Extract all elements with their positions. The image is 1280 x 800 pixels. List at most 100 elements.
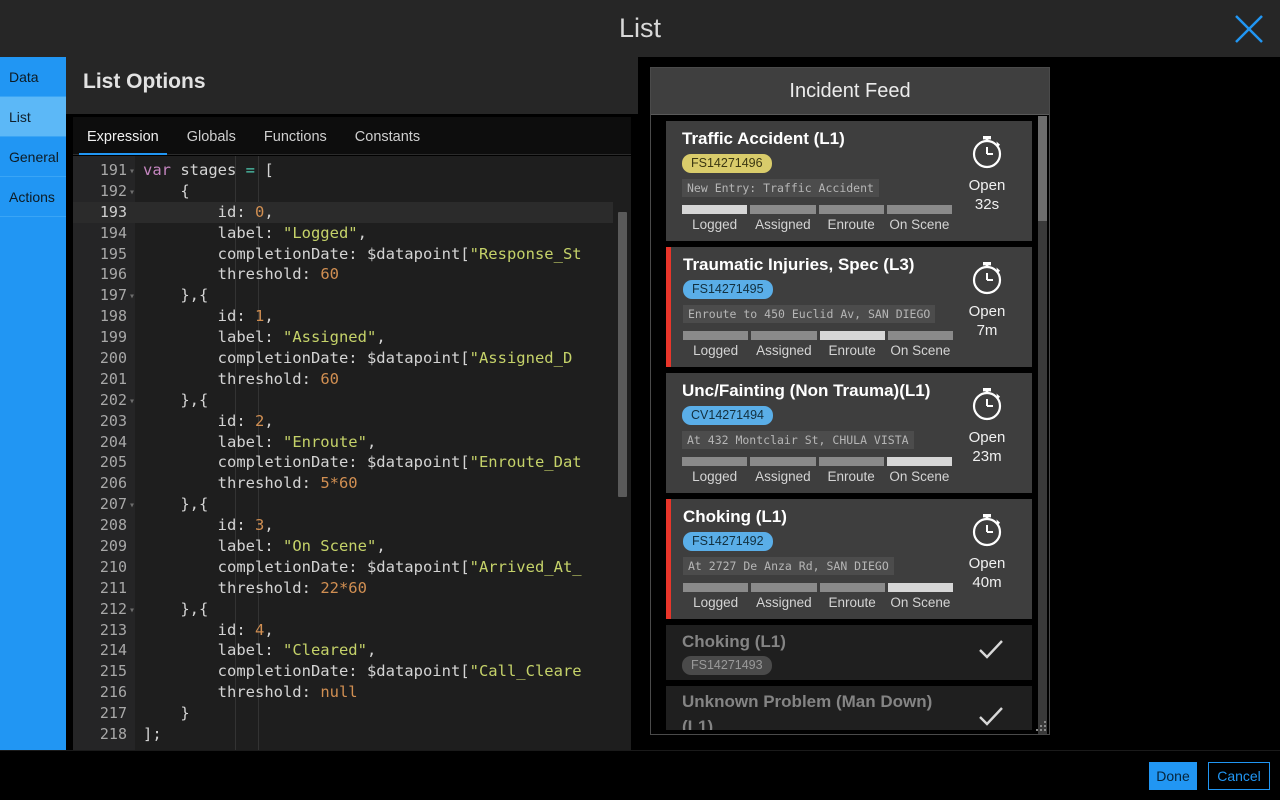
code-line[interactable]: 196 threshold: 60: [73, 264, 613, 285]
code-line[interactable]: 217 }: [73, 703, 613, 724]
code-line[interactable]: 212 ▾ },{: [73, 599, 613, 620]
incident-card[interactable]: Choking (L1) FS14271493: [666, 625, 1032, 680]
line-number: 215: [99, 662, 127, 681]
code-lines[interactable]: 191 ▾ var stages = [192 ▾ {193 id: 0, 194 la…: [73, 160, 613, 745]
incident-progress: Logged Assigned Enroute On Scene: [683, 331, 953, 358]
sidebar-item-data[interactable]: Data: [0, 57, 66, 97]
code-line[interactable]: 208 id: 3,: [73, 515, 613, 536]
progress-step: Assigned: [751, 331, 817, 358]
code-line[interactable]: 209 label: "On Scene",: [73, 536, 613, 557]
code-fold-icon[interactable]: ▾: [129, 601, 135, 622]
incident-card[interactable]: Traffic Accident (L1) FS14271496 New Entry…: [666, 121, 1032, 241]
editor-vertical-scrollbar[interactable]: [618, 158, 627, 799]
code-line[interactable]: 207 ▾ },{: [73, 494, 613, 515]
code-text: threshold: null: [143, 683, 358, 702]
code-line[interactable]: 202 ▾ },{: [73, 390, 613, 411]
code-line[interactable]: 195 completionDate: $datapoint["Response…: [73, 244, 613, 265]
line-number: 206: [99, 474, 127, 493]
code-line[interactable]: 199 label: "Assigned",: [73, 327, 613, 348]
incident-card[interactable]: Traumatic Injuries, Spec (L3) FS14271495 E…: [666, 247, 1032, 367]
code-fold-icon[interactable]: ▾: [129, 392, 135, 413]
tab-constants[interactable]: Constants: [341, 129, 434, 154]
progress-bar-segment: [683, 331, 749, 340]
code-line[interactable]: 210 completionDate: $datapoint["Arrived_…: [73, 557, 613, 578]
scrollbar-thumb[interactable]: [1038, 116, 1047, 221]
sidebar-item-list[interactable]: List: [0, 97, 66, 137]
incident-title: Traffic Accident (L1): [682, 129, 845, 148]
incident-card[interactable]: Unc/Fainting (Non Trauma)(L1) CV14271494 A…: [666, 373, 1032, 493]
code-line[interactable]: 216 threshold: null: [73, 682, 613, 703]
code-fold-icon[interactable]: ▾: [129, 162, 135, 183]
code-line[interactable]: 194 label: "Logged",: [73, 223, 613, 244]
tab-functions[interactable]: Functions: [250, 129, 341, 154]
options-header: List Options: [66, 57, 638, 114]
progress-bar-segment: [683, 583, 749, 592]
code-line[interactable]: 193 id: 0,: [73, 201, 613, 223]
incident-id-badge: FS14271492: [683, 532, 773, 551]
code-line[interactable]: 211 threshold: 22*60: [73, 578, 613, 599]
line-number: 203: [99, 411, 127, 430]
code-line[interactable]: 198 id: 1,: [73, 306, 613, 327]
tab-globals[interactable]: Globals: [173, 129, 250, 154]
line-number: 207: [99, 495, 127, 514]
sidebar-item-actions[interactable]: Actions: [0, 177, 66, 217]
code-line[interactable]: 214 label: "Cleared",: [73, 640, 613, 661]
code-line[interactable]: 203 id: 2,: [73, 411, 613, 432]
progress-bar-segment: [750, 205, 816, 214]
incident-elapsed: 32s: [974, 196, 1000, 213]
code-line[interactable]: 205 completionDate: $datapoint["Enroute_…: [73, 452, 613, 473]
code-text: threshold: 5*60: [143, 474, 358, 493]
progress-step-label: On Scene: [889, 217, 950, 232]
progress-step-label: Enroute: [827, 217, 875, 232]
code-text: completionDate: $datapoint["Arrived_At_: [143, 557, 582, 576]
done-button[interactable]: Done: [1149, 762, 1197, 790]
progress-step: Logged: [682, 205, 748, 232]
incident-timer: Open 40m: [956, 510, 1018, 592]
code-line[interactable]: 213 id: 4,: [73, 620, 613, 641]
line-number: 201: [99, 369, 127, 388]
code-text: label: "Cleared",: [143, 641, 377, 660]
incident-id-badge: FS14271495: [683, 280, 773, 299]
code-line[interactable]: 197 ▾ },{: [73, 285, 613, 306]
code-editor[interactable]: 191 ▾ var stages = [192 ▾ {193 id: 0, 194 la…: [73, 156, 631, 800]
incident-elapsed: 7m: [976, 322, 998, 339]
line-number: 208: [99, 516, 127, 535]
code-line[interactable]: 206 threshold: 5*60: [73, 473, 613, 494]
line-number: 210: [99, 557, 127, 576]
code-fold-icon[interactable]: ▾: [129, 287, 135, 308]
line-number: 202: [99, 390, 127, 409]
code-line[interactable]: 204 label: "Enroute",: [73, 432, 613, 453]
feed-vertical-scrollbar[interactable]: [1038, 116, 1047, 734]
code-line[interactable]: 191 ▾ var stages = [: [73, 160, 613, 181]
resize-handle[interactable]: [1035, 719, 1047, 731]
code-line[interactable]: 200 completionDate: $datapoint["Assigned…: [73, 348, 613, 369]
progress-step-label: Enroute: [828, 595, 876, 610]
code-line[interactable]: 192 ▾ {: [73, 181, 613, 202]
tab-expression[interactable]: Expression: [73, 129, 173, 155]
code-fold-icon[interactable]: ▾: [129, 496, 135, 517]
scrollbar-thumb[interactable]: [618, 212, 627, 497]
code-fold-icon[interactable]: ▾: [129, 183, 135, 204]
progress-step-label: Logged: [693, 595, 739, 610]
code-line[interactable]: 218];: [73, 724, 613, 745]
close-icon[interactable]: [1228, 8, 1270, 50]
code-text: id: 4,: [143, 620, 274, 639]
code-line[interactable]: 215 completionDate: $datapoint["Call_Cle…: [73, 661, 613, 682]
cancel-button[interactable]: Cancel: [1208, 762, 1270, 790]
incident-timer: Open 7m: [956, 258, 1018, 340]
stopwatch-icon: [972, 514, 1002, 547]
page-title: List Options: [83, 70, 206, 93]
incident-card[interactable]: Unknown Problem (Man Down) (L1): [666, 686, 1032, 730]
incident-id-badge: FS14271493: [682, 656, 772, 675]
sidebar-item-general[interactable]: General: [0, 137, 66, 177]
line-number: 213: [99, 620, 127, 639]
progress-step-label: Assigned: [756, 595, 812, 610]
incident-card-list[interactable]: Traffic Accident (L1) FS14271496 New Entry…: [651, 116, 1049, 734]
code-line[interactable]: 201 threshold: 60: [73, 369, 613, 390]
progress-bar-segment: [819, 583, 885, 592]
incident-card[interactable]: Choking (L1) FS14271492 At 2727 De Anza Rd…: [666, 499, 1032, 619]
scrollbar-track[interactable]: [1038, 221, 1047, 734]
code-text: label: "Logged",: [143, 223, 367, 242]
code-text: label: "On Scene",: [143, 537, 386, 556]
incident-timer: Open 23m: [956, 384, 1018, 466]
